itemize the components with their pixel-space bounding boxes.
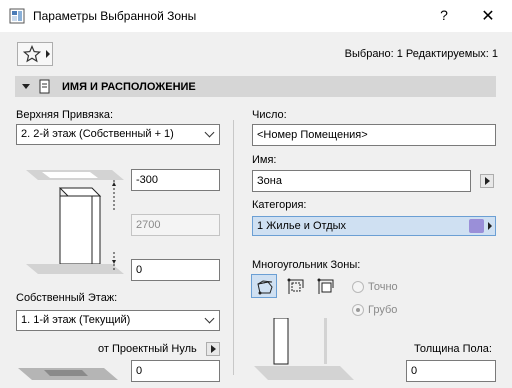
floor-thickness-diagram xyxy=(254,318,354,380)
reference-level-button[interactable] xyxy=(206,342,220,356)
polygon-mode-auto-button[interactable] xyxy=(251,274,277,298)
polygon-mode-inner-button[interactable] xyxy=(313,274,339,298)
favorites-button[interactable] xyxy=(17,42,53,66)
collapse-triangle-icon[interactable] xyxy=(22,84,30,89)
number-label: Число: xyxy=(252,109,287,121)
category-label: Категория: xyxy=(252,199,307,211)
name-label: Имя: xyxy=(252,154,277,166)
category-value: 1 Жилье и Отдых xyxy=(257,220,347,232)
chevron-right-icon xyxy=(46,50,50,58)
chevron-down-icon xyxy=(204,127,215,138)
number-input[interactable]: <Номер Помещения> xyxy=(252,124,496,146)
chevron-right-icon xyxy=(485,177,490,185)
section-title: ИМЯ И РАСПОЛОЖЕНИЕ xyxy=(62,81,196,93)
chevron-right-icon xyxy=(211,345,216,353)
reference-level-label: от Проектный Нуль xyxy=(98,343,197,355)
home-story-value: 1. 1-й этаж (Текущий) xyxy=(21,314,131,326)
star-icon xyxy=(23,45,41,63)
chevron-down-icon xyxy=(204,313,215,324)
floor-thickness-label: Толщина Пола: xyxy=(414,343,492,355)
home-story-label: Собственный Этаж: xyxy=(16,292,118,304)
polygon-mode-manual-button[interactable] xyxy=(283,274,309,298)
name-options-button[interactable] xyxy=(480,174,494,188)
name-input[interactable]: Зона xyxy=(252,170,471,192)
top-link-dropdown[interactable]: 2. 2-й этаж (Собственный + 1) xyxy=(16,124,220,145)
selection-status: Выбрано: 1 Редактируемых: 1 xyxy=(344,48,498,60)
zone-app-icon xyxy=(9,8,25,24)
home-story-dropdown[interactable]: 1. 1-й этаж (Текущий) xyxy=(16,310,220,331)
column-divider xyxy=(233,120,234,375)
precise-radio xyxy=(352,281,364,293)
height-input: 2700 xyxy=(131,214,220,236)
top-link-label: Верхняя Привязка: xyxy=(16,109,114,121)
chevron-right-icon xyxy=(488,222,492,230)
top-offset-input[interactable]: -300 xyxy=(131,169,220,191)
help-button[interactable]: ? xyxy=(436,7,452,25)
rough-label: Грубо xyxy=(368,304,398,316)
rough-radio xyxy=(352,304,364,316)
top-link-value: 2. 2-й этаж (Собственный + 1) xyxy=(21,128,174,140)
zone-polygon-label: Многоугольник Зоны: xyxy=(252,259,361,271)
close-button[interactable]: ✕ xyxy=(478,6,498,26)
reference-offset-input[interactable]: 0 xyxy=(131,360,220,382)
bottom-offset-input[interactable]: 0 xyxy=(131,259,220,281)
zone-height-diagram xyxy=(26,170,124,274)
precise-label: Точно xyxy=(368,281,398,293)
category-selector[interactable]: 1 Жилье и Отдых xyxy=(252,216,496,236)
category-color-swatch xyxy=(469,219,484,233)
section-tag-icon xyxy=(39,79,50,94)
floor-diagram xyxy=(18,368,118,380)
auto-polygon-icon xyxy=(257,280,273,295)
manual-polygon-icon xyxy=(287,278,304,294)
window-title: Параметры Выбранной Зоны xyxy=(33,9,197,23)
floor-thickness-input[interactable]: 0 xyxy=(406,360,496,382)
inner-polygon-icon xyxy=(317,278,334,294)
